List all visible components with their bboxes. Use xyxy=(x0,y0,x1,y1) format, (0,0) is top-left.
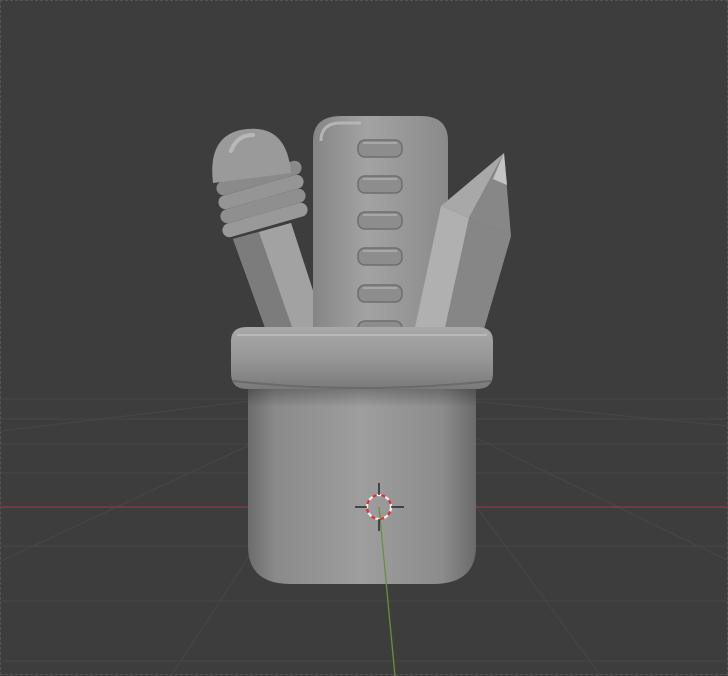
pen-holder-cup xyxy=(231,327,493,584)
3d-viewport[interactable] xyxy=(0,0,728,676)
viewport-scene xyxy=(1,116,728,676)
